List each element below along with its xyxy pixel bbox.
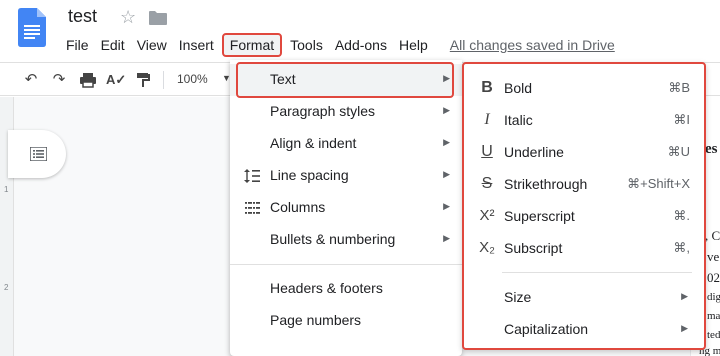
menu-item-bullets-numbering[interactable]: Bullets & numbering ▶ <box>230 224 462 256</box>
menu-item-line-spacing[interactable]: Line spacing ▶ <box>230 160 462 192</box>
menu-edit[interactable]: Edit <box>95 33 131 57</box>
menu-help[interactable]: Help <box>393 33 434 57</box>
menu-item-columns[interactable]: Columns ▶ <box>230 192 462 224</box>
menu-insert[interactable]: Insert <box>173 33 220 57</box>
keyboard-shortcut: ⌘. <box>673 208 690 223</box>
paint-format-icon[interactable] <box>134 71 152 89</box>
submenu-item-underline[interactable]: U Underline ⌘U <box>464 136 704 168</box>
submenu-item-strikethrough[interactable]: S Strikethrough ⌘+Shift+X <box>464 168 704 200</box>
zoom-select[interactable]: 100% <box>177 72 208 86</box>
submenu-item-size[interactable]: Size ▶ <box>464 281 704 313</box>
text-item-highlight-box <box>236 62 454 98</box>
submenu-item-label: Superscript <box>504 208 575 224</box>
text-submenu: B Bold ⌘B I Italic ⌘I U Underline ⌘U S S… <box>462 62 706 350</box>
subscript-icon: X₂ <box>479 239 495 256</box>
submenu-item-label: Italic <box>504 112 533 128</box>
outline-icon[interactable] <box>30 147 47 161</box>
columns-icon <box>245 202 260 214</box>
format-menu: Text ▶ Paragraph styles ▶ Align & indent… <box>230 60 462 356</box>
menu-bar: File Edit View Insert Format Tools Add-o… <box>60 33 615 57</box>
submenu-arrow-icon: ▶ <box>443 169 450 179</box>
submenu-item-superscript[interactable]: X² Superscript ⌘. <box>464 200 704 232</box>
menu-item-label: Page numbers <box>270 312 362 328</box>
docs-logo-icon[interactable] <box>18 8 46 47</box>
submenu-item-bold[interactable]: B Bold ⌘B <box>464 72 704 104</box>
page-text-fragment: ted <box>707 329 720 341</box>
submenu-arrow-icon: ▶ <box>681 291 688 301</box>
undo-icon[interactable]: ↶ <box>22 71 40 89</box>
bold-icon: B <box>481 79 493 96</box>
submenu-item-label: Underline <box>504 144 564 160</box>
menu-view[interactable]: View <box>131 33 173 57</box>
keyboard-shortcut: ⌘+Shift+X <box>627 176 690 191</box>
menu-item-label: Headers & footers <box>270 280 383 296</box>
submenu-item-label: Capitalization <box>504 321 589 337</box>
submenu-item-italic[interactable]: I Italic ⌘I <box>464 104 704 136</box>
menu-item-label: Bullets & numbering <box>270 231 396 247</box>
submenu-arrow-icon: ▶ <box>443 233 450 243</box>
keyboard-shortcut: ⌘I <box>673 112 690 127</box>
page-text-fragment: es <box>705 141 718 157</box>
menu-item-paragraph-styles[interactable]: Paragraph styles ▶ <box>230 96 462 128</box>
menu-item-label: Columns <box>270 199 326 215</box>
folder-icon[interactable] <box>149 11 167 25</box>
keyboard-shortcut: ⌘U <box>667 144 690 159</box>
page-text-fragment: dig <box>707 291 720 303</box>
menu-format[interactable]: Format <box>221 33 283 57</box>
menu-item-label: Line spacing <box>270 167 349 183</box>
underline-icon: U <box>481 143 493 160</box>
submenu-arrow-icon: ▶ <box>443 137 450 147</box>
submenu-arrow-icon: ▶ <box>443 105 450 115</box>
spellcheck-icon[interactable]: A✓ <box>106 71 126 89</box>
save-status-link[interactable]: All changes saved in Drive <box>450 37 615 53</box>
document-title[interactable]: test <box>68 6 97 27</box>
menu-item-label: Align & indent <box>270 135 357 151</box>
submenu-item-label: Size <box>504 289 532 305</box>
menu-tools[interactable]: Tools <box>284 33 329 57</box>
print-icon[interactable] <box>79 71 97 89</box>
submenu-divider <box>502 272 692 273</box>
submenu-arrow-icon: ▶ <box>681 323 688 333</box>
menu-item-headers-footers[interactable]: Headers & footers <box>230 273 462 305</box>
menu-addons[interactable]: Add-ons <box>329 33 393 57</box>
submenu-item-label: Strikethrough <box>504 176 588 192</box>
menu-divider <box>230 264 462 265</box>
submenu-arrow-icon: ▶ <box>443 201 450 211</box>
redo-icon[interactable]: ↷ <box>50 71 68 89</box>
line-spacing-icon <box>244 169 260 183</box>
keyboard-shortcut: ⌘, <box>673 240 690 255</box>
submenu-item-label: Bold <box>504 80 533 96</box>
ruler-mark: 1 <box>4 185 9 194</box>
page-text-fragment: ma <box>707 310 720 322</box>
page-text-fragment: , C <box>705 228 720 243</box>
menu-item-page-numbers[interactable]: Page numbers <box>230 305 462 337</box>
submenu-item-capitalization[interactable]: Capitalization ▶ <box>464 313 704 345</box>
menu-item-align-indent[interactable]: Align & indent ▶ <box>230 128 462 160</box>
keyboard-shortcut: ⌘B <box>668 80 690 95</box>
superscript-icon: X² <box>479 207 495 224</box>
italic-icon: I <box>484 111 490 128</box>
toolbar-divider <box>163 71 164 89</box>
submenu-item-subscript[interactable]: X₂ Subscript ⌘, <box>464 232 704 264</box>
page-text-fragment: 02 <box>707 270 720 285</box>
star-icon[interactable]: ☆ <box>120 7 136 28</box>
menu-item-label: Paragraph styles <box>270 103 376 119</box>
strikethrough-icon: S <box>481 175 493 192</box>
ruler-mark: 2 <box>4 283 9 292</box>
submenu-item-label: Subscript <box>504 240 563 256</box>
menu-file[interactable]: File <box>60 33 95 57</box>
page-text-fragment: ve <box>707 249 720 264</box>
